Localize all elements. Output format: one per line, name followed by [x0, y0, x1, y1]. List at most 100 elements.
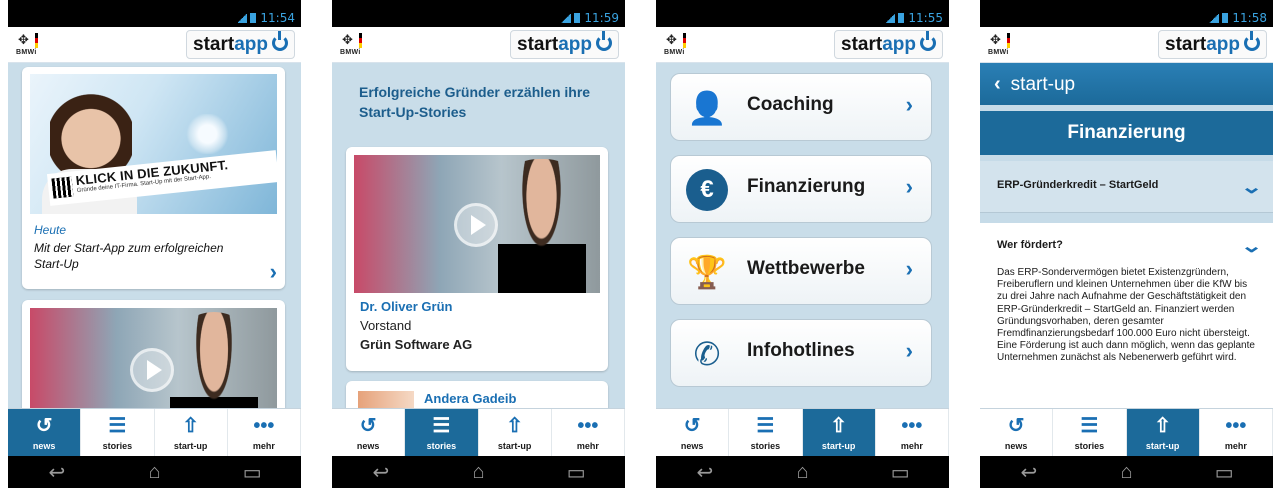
news-title: Mit der Start-App zum erfolgreichen Star…	[34, 241, 224, 271]
stories-feed[interactable]: Erfolgreiche Gründer erzählen ihre Start…	[332, 63, 625, 408]
eagle-icon: ✥	[990, 32, 1001, 47]
stories-intro: Erfolgreiche Gründer erzählen ihre Start…	[359, 84, 591, 120]
back-icon[interactable]: ↩	[1009, 460, 1049, 485]
tab-stories[interactable]: ☰ stories	[729, 409, 803, 456]
finanzierung-detail[interactable]: ‹ start-up Finanzierung ERP-Gründerkredit…	[980, 63, 1273, 408]
bmwi-logo[interactable]: ✥ BMWi	[16, 32, 48, 60]
person-icon: 👤	[687, 90, 727, 126]
tab-mehr[interactable]: ••• mehr	[552, 409, 625, 456]
power-icon	[272, 31, 288, 51]
document-icon: ☰	[432, 415, 451, 437]
bmwi-logo[interactable]: ✥ BMWi	[340, 32, 372, 60]
story-role: Vorstand	[360, 318, 412, 333]
startapp-logo[interactable]: startapp	[510, 30, 619, 59]
bmwi-logo[interactable]: ✥ BMWi	[664, 32, 696, 60]
chevron-right-icon: ›	[905, 174, 913, 199]
video-thumbnail[interactable]	[30, 308, 277, 408]
recents-icon[interactable]: ▭	[1204, 460, 1244, 485]
chevron-left-icon[interactable]: ‹	[994, 73, 1001, 95]
tab-mehr[interactable]: ••• mehr	[228, 409, 301, 456]
chevron-right-icon: ›	[905, 338, 913, 363]
status-bar: 11:54	[8, 10, 301, 27]
news-card[interactable]: KLICK IN DIE ZUKUNFT. Gründe deine IT-Fi…	[22, 67, 285, 289]
story-name: Andera Gadeib	[424, 391, 517, 406]
back-header[interactable]: ‹ start-up	[980, 63, 1273, 105]
menu-item-coaching[interactable]: 👤 Coaching ›	[670, 73, 932, 141]
recents-icon[interactable]: ▭	[232, 460, 272, 485]
accordion-question: Wer fördert?	[997, 239, 1063, 251]
tab-mehr[interactable]: ••• mehr	[876, 409, 949, 456]
power-icon	[920, 31, 936, 51]
play-icon[interactable]	[454, 203, 498, 247]
status-bar: 11:59	[332, 10, 625, 27]
video-thumbnail[interactable]	[354, 155, 600, 293]
android-nav-bar: ↩ ⌂ ▭	[656, 456, 949, 488]
phone-news: 11:54 ✥ BMWi startapp KLICK IN DIE ZUKUNF…	[8, 0, 301, 488]
home-icon[interactable]: ⌂	[458, 461, 498, 484]
tab-mehr[interactable]: ••• mehr	[1200, 409, 1273, 456]
story-card[interactable]: Dr. Oliver Grün Vorstand Grün Software A…	[346, 147, 608, 371]
story-name: Dr. Oliver Grün	[360, 299, 453, 314]
upload-icon: ⇧	[1154, 415, 1171, 437]
power-icon	[596, 31, 612, 51]
document-icon: ☰	[108, 415, 127, 437]
back-icon[interactable]: ↩	[361, 460, 401, 485]
phone-finanzierung: 11:58 ✥ BMWi startapp ‹ start-up Finanzier…	[980, 0, 1273, 488]
tab-stories[interactable]: ☰ stories	[81, 409, 155, 456]
home-icon[interactable]: ⌂	[782, 461, 822, 484]
accordion-header[interactable]: ERP-Gründerkredit – StartGeld ⌄	[980, 161, 1273, 213]
tab-start-up[interactable]: ⇧ start-up	[155, 409, 228, 456]
eagle-icon: ✥	[342, 32, 353, 47]
signal-icon	[885, 14, 896, 23]
menu-item-wettbewerbe[interactable]: 🏆 Wettbewerbe ›	[670, 237, 932, 305]
menu-item-infohotlines[interactable]: ✆ Infohotlines ›	[670, 319, 932, 387]
euro-icon: €	[686, 169, 728, 211]
more-icon: •••	[577, 415, 599, 437]
recents-icon[interactable]: ▭	[880, 460, 920, 485]
news-date: Heute	[34, 223, 67, 237]
tab-stories[interactable]: ☰ stories	[405, 409, 479, 456]
tab-start-up[interactable]: ⇧ start-up	[479, 409, 552, 456]
battery-icon	[250, 13, 257, 23]
tab-news[interactable]: ↺ news	[980, 409, 1054, 456]
news-card[interactable]	[22, 300, 285, 408]
startapp-logo[interactable]: startapp	[834, 30, 943, 59]
document-icon: ☰	[1080, 415, 1099, 437]
tab-start-up[interactable]: ⇧ start-up	[802, 409, 876, 456]
flag-icon	[1007, 33, 1010, 48]
chevron-down-icon[interactable]: ⌄	[1240, 177, 1263, 198]
status-bar: 11:58	[980, 10, 1273, 27]
accordion-answer: Das ERP-Sondervermögen bietet Existenzgr…	[997, 267, 1255, 364]
news-feed[interactable]: KLICK IN DIE ZUKUNFT. Gründe deine IT-Fi…	[8, 63, 301, 408]
tab-bar: ↺ news ☰ stories ⇧ start-up ••• mehr	[980, 408, 1273, 456]
home-icon[interactable]: ⌂	[134, 461, 174, 484]
story-company: Grün Software AG	[360, 337, 473, 352]
tab-news[interactable]: ↺ news	[656, 409, 730, 456]
tab-start-up[interactable]: ⇧ start-up	[1126, 409, 1200, 456]
tab-news[interactable]: ↺ news	[8, 409, 82, 456]
tab-bar: ↺ news ☰ stories ⇧ start-up ••• mehr	[656, 408, 949, 456]
upload-icon: ⇧	[830, 415, 847, 437]
story-card[interactable]: Andera Gadeib	[346, 381, 608, 408]
home-icon[interactable]: ⌂	[1106, 461, 1146, 484]
power-icon	[1244, 31, 1260, 51]
play-icon[interactable]	[130, 348, 174, 392]
tab-news[interactable]: ↺ news	[332, 409, 406, 456]
back-icon[interactable]: ↩	[37, 460, 77, 485]
chevron-right-icon[interactable]: ›	[270, 259, 277, 285]
android-nav-bar: ↩ ⌂ ▭	[332, 456, 625, 488]
startapp-logo[interactable]: startapp	[186, 30, 295, 59]
clock: 11:55	[908, 11, 943, 25]
menu-item-finanzierung[interactable]: € Finanzierung ›	[670, 155, 932, 223]
bmwi-logo[interactable]: ✥ BMWi	[988, 32, 1020, 60]
upload-icon: ⇧	[506, 415, 523, 437]
phone-icon: ✆	[693, 336, 721, 372]
chevron-down-icon[interactable]: ⌄	[1240, 236, 1263, 257]
back-icon[interactable]: ↩	[685, 460, 725, 485]
app-header: ✥ BMWi startapp	[980, 27, 1273, 63]
startapp-logo[interactable]: startapp	[1158, 30, 1267, 59]
recents-icon[interactable]: ▭	[556, 460, 596, 485]
tab-stories[interactable]: ☰ stories	[1053, 409, 1127, 456]
battery-icon	[1222, 13, 1229, 23]
history-icon: ↺	[1007, 415, 1025, 437]
